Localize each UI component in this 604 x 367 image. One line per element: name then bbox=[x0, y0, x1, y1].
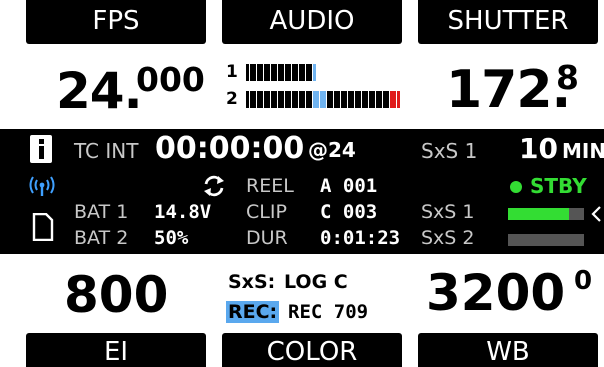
status-strip: TC INT 00:00:00 @24 SxS 1 10 MIN REEL A … bbox=[0, 129, 604, 254]
tab-shutter-label: SHUTTER bbox=[447, 6, 569, 36]
bat1-value: 14.8V bbox=[154, 201, 212, 223]
audio-channel-2-label: 2 bbox=[226, 89, 238, 109]
wb-tint: 0 bbox=[574, 266, 593, 296]
tab-wb-label: WB bbox=[486, 337, 530, 367]
shutter-whole: 172. bbox=[446, 60, 571, 120]
bat1-label: BAT 1 bbox=[74, 201, 129, 223]
tab-color[interactable]: COLOR bbox=[222, 333, 402, 367]
card2-label: SxS 2 bbox=[421, 227, 475, 249]
timecode: 00:00:00 bbox=[155, 131, 305, 166]
wb-value[interactable]: 3200 0 bbox=[426, 264, 596, 326]
clip-value: C 003 bbox=[320, 201, 378, 223]
tc-rate: @24 bbox=[308, 138, 356, 162]
card1-bar bbox=[508, 208, 584, 220]
audio-segment bbox=[312, 64, 316, 81]
bat2-value: 50% bbox=[154, 227, 189, 249]
ei-value[interactable]: 800 bbox=[64, 266, 168, 324]
tab-shutter[interactable]: SHUTTER bbox=[418, 0, 598, 44]
media-1-label: SxS 1 bbox=[421, 139, 478, 163]
fps-whole: 24. bbox=[56, 62, 143, 120]
dur-value: 0:01:23 bbox=[320, 227, 401, 249]
shutter-fraction: 8 bbox=[556, 58, 579, 97]
tab-ei[interactable]: EI bbox=[26, 333, 206, 367]
sync-icon bbox=[204, 175, 224, 197]
record-state-dot bbox=[510, 181, 522, 193]
tab-audio[interactable]: AUDIO bbox=[222, 0, 402, 44]
bat2-label: BAT 2 bbox=[74, 227, 129, 249]
color-info: SxS: LOG C REC: REC 709 bbox=[226, 269, 403, 331]
reel-value: A 001 bbox=[320, 175, 378, 197]
tab-wb[interactable]: WB bbox=[418, 333, 598, 367]
remaining-value: 10 bbox=[519, 132, 558, 165]
color-sxs-label: SxS: bbox=[228, 271, 276, 293]
card1-label: SxS 1 bbox=[421, 201, 475, 223]
clip-label: CLIP bbox=[246, 201, 287, 223]
tab-fps-label: FPS bbox=[92, 6, 140, 36]
tab-audio-label: AUDIO bbox=[269, 6, 355, 36]
wifi-icon[interactable] bbox=[28, 176, 56, 198]
ei-number: 800 bbox=[64, 266, 169, 324]
color-rec-value: REC 709 bbox=[288, 301, 369, 323]
info-icon[interactable] bbox=[30, 135, 52, 163]
remaining-unit: MIN bbox=[562, 139, 604, 163]
tab-fps[interactable]: FPS bbox=[26, 0, 206, 44]
fps-fraction: 000 bbox=[136, 60, 205, 99]
tc-label: TC INT bbox=[74, 139, 139, 163]
card1-fill bbox=[508, 208, 569, 220]
wb-kelvin: 3200 bbox=[426, 264, 566, 322]
tab-ei-label: EI bbox=[103, 337, 129, 367]
shutter-value[interactable]: 172. 8 bbox=[446, 58, 596, 120]
audio-level-bar-2 bbox=[246, 91, 406, 108]
tab-color-label: COLOR bbox=[266, 337, 358, 367]
record-state-label: STBY bbox=[530, 174, 587, 198]
reel-label: REEL bbox=[246, 175, 294, 197]
audio-segment bbox=[396, 91, 400, 108]
audio-level-bar-1 bbox=[246, 64, 406, 81]
chevron-left-icon[interactable] bbox=[590, 205, 602, 223]
color-sxs-value: LOG C bbox=[284, 271, 348, 293]
audio-channel-1-label: 1 bbox=[226, 62, 238, 82]
sd-card-icon bbox=[32, 213, 54, 241]
color-rec-label[interactable]: REC: bbox=[226, 301, 280, 323]
dur-label: DUR bbox=[246, 227, 288, 249]
fps-value[interactable]: 24. 000 bbox=[56, 60, 206, 122]
card2-bar bbox=[508, 234, 584, 246]
